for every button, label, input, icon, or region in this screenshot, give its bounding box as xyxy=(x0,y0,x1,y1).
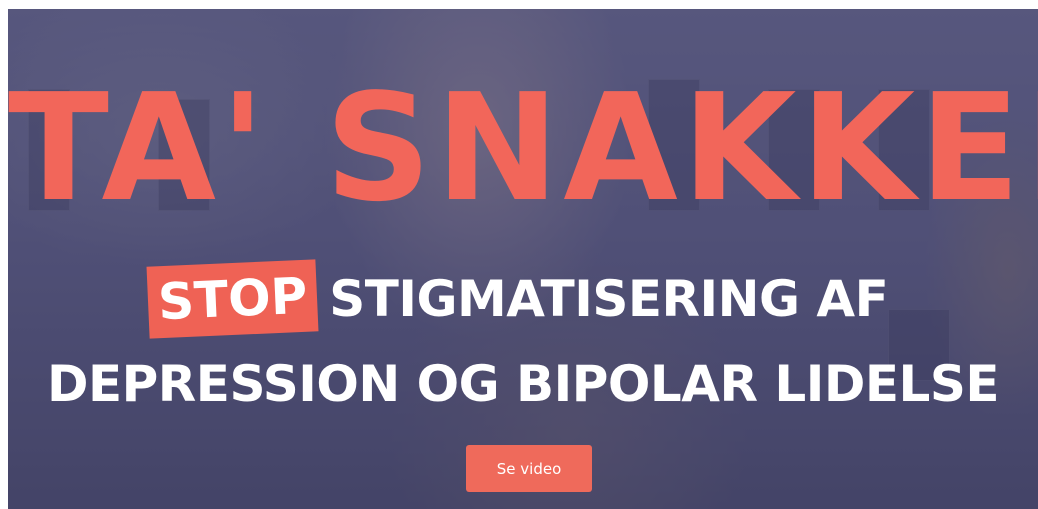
subtitle-line-1-text: STIGMATISERING AF xyxy=(329,270,889,328)
subtitle-line-2: DEPRESSION OG BIPOLAR LIDELSE xyxy=(46,355,1000,413)
headline: TA' SNAKKEN xyxy=(8,62,1038,234)
subtitle-line-1: STOP STIGMATISERING AF xyxy=(146,259,889,339)
hero-banner: TA' SNAKKEN STOP STIGMATISERING AF DEPRE… xyxy=(8,9,1038,509)
stop-badge: STOP xyxy=(146,259,319,339)
watch-video-button[interactable]: Se video xyxy=(466,445,592,492)
